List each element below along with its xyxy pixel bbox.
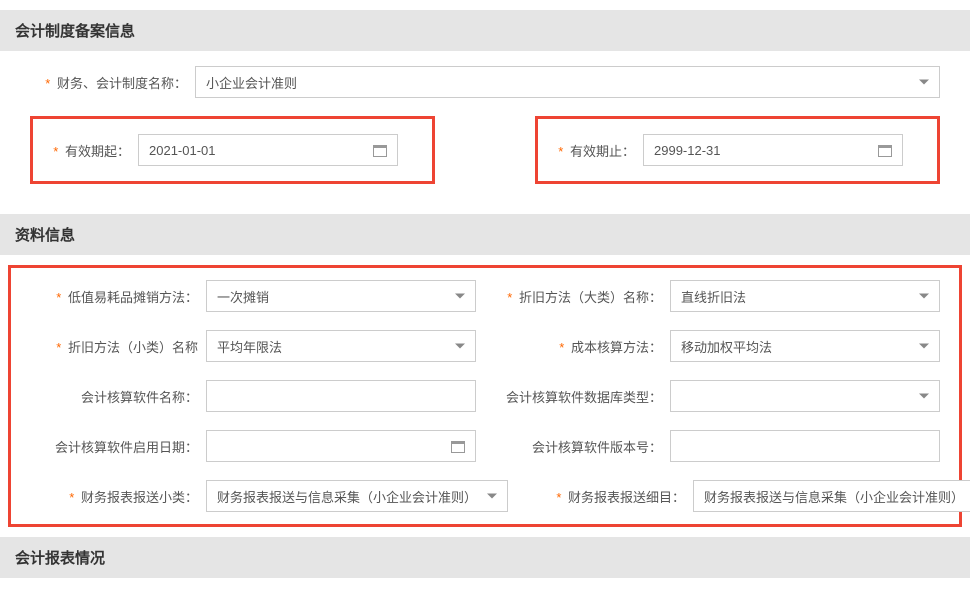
chevron-down-icon [919, 394, 929, 399]
depreciation-major-label: * 折旧方法（大类）名称： [485, 287, 670, 306]
software-name-group: 会计核算软件名称： [21, 380, 485, 412]
cost-method-select[interactable]: 移动加权平均法 [670, 330, 940, 362]
software-version-input[interactable] [670, 430, 940, 462]
depreciation-major-field[interactable]: 直线折旧法 [670, 280, 940, 312]
low-value-select[interactable]: 一次摊销 [206, 280, 476, 312]
row-5: * 财务报表报送小类： 财务报表报送与信息采集（小企业会计准则） * 财务报表报… [21, 480, 949, 512]
software-version-field[interactable] [670, 430, 940, 462]
cost-method-field[interactable]: 移动加权平均法 [670, 330, 940, 362]
required-star-icon: * [558, 144, 563, 159]
depreciation-major-select[interactable]: 直线折旧法 [670, 280, 940, 312]
required-star-icon: * [45, 76, 50, 91]
valid-from-input[interactable]: 2021-01-01 [138, 134, 398, 166]
section-body-accounting-filing: * 财务、会计制度名称： 小企业会计准则 * 有效期起： 2021-01-01 [0, 51, 970, 204]
cost-method-group: * 成本核算方法： 移动加权平均法 [485, 330, 949, 362]
calendar-icon [451, 439, 465, 453]
section-title: 会计制度备案信息 [15, 23, 135, 40]
section-header-report-status: 会计报表情况 [0, 537, 970, 578]
depreciation-major-group: * 折旧方法（大类）名称： 直线折旧法 [485, 280, 949, 312]
row-2: * 折旧方法（小类）名称 平均年限法 * 成本核算方法： 移动加权平均法 [21, 330, 949, 362]
software-date-label: 会计核算软件启用日期： [21, 437, 206, 456]
report-sub-group: * 财务报表报送小类： 财务报表报送与信息采集（小企业会计准则） [21, 480, 508, 512]
chevron-down-icon [919, 344, 929, 349]
report-detail-label: * 财务报表报送细目： [508, 487, 693, 506]
chevron-down-icon [487, 494, 497, 499]
valid-to-field[interactable]: 2999-12-31 [643, 134, 903, 166]
depreciation-minor-select[interactable]: 平均年限法 [206, 330, 476, 362]
required-star-icon: * [56, 290, 61, 305]
software-date-input[interactable] [206, 430, 476, 462]
chevron-down-icon [455, 294, 465, 299]
calendar-icon [373, 143, 387, 157]
software-name-field[interactable] [206, 380, 476, 412]
software-version-group: 会计核算软件版本号： [485, 430, 949, 462]
software-name-label: 会计核算软件名称： [21, 387, 206, 406]
accounting-system-field[interactable]: 小企业会计准则 [195, 66, 940, 98]
report-sub-select[interactable]: 财务报表报送与信息采集（小企业会计准则） [206, 480, 508, 512]
accounting-system-select[interactable]: 小企业会计准则 [195, 66, 940, 98]
row-1: * 低值易耗品摊销方法： 一次摊销 * 折旧方法（大类）名称： 直线折旧法 [21, 280, 949, 312]
accounting-system-row: * 财务、会计制度名称： 小企业会计准则 [10, 66, 960, 98]
required-star-icon: * [56, 340, 61, 355]
software-db-field[interactable] [670, 380, 940, 412]
valid-to-highlight: * 有效期止： 2999-12-31 [535, 116, 940, 184]
cost-method-label: * 成本核算方法： [485, 337, 670, 356]
software-date-field[interactable] [206, 430, 476, 462]
low-value-label: * 低值易耗品摊销方法： [21, 287, 206, 306]
section-header-material-info: 资料信息 [0, 214, 970, 255]
report-sub-label: * 财务报表报送小类： [21, 487, 206, 506]
validity-date-row: * 有效期起： 2021-01-01 * 有效期止： 2999-12-31 [10, 116, 960, 184]
software-date-group: 会计核算软件启用日期： [21, 430, 485, 462]
software-version-label: 会计核算软件版本号： [485, 437, 670, 456]
section-title: 会计报表情况 [15, 550, 105, 567]
report-detail-field[interactable]: 财务报表报送与信息采集（小企业会计准则） [693, 480, 970, 512]
row-3: 会计核算软件名称： 会计核算软件数据库类型： [21, 380, 949, 412]
accounting-system-label: * 财务、会计制度名称： [10, 73, 195, 92]
report-detail-group: * 财务报表报送细目： 财务报表报送与信息采集（小企业会计准则） [508, 480, 970, 512]
low-value-group: * 低值易耗品摊销方法： 一次摊销 [21, 280, 485, 312]
valid-to-input[interactable]: 2999-12-31 [643, 134, 903, 166]
calendar-icon [878, 143, 892, 157]
required-star-icon: * [559, 340, 564, 355]
required-star-icon: * [69, 490, 74, 505]
depreciation-minor-field[interactable]: 平均年限法 [206, 330, 476, 362]
depreciation-minor-label: * 折旧方法（小类）名称 [21, 337, 206, 356]
chevron-down-icon [919, 80, 929, 85]
chevron-down-icon [455, 344, 465, 349]
material-info-highlight: * 低值易耗品摊销方法： 一次摊销 * 折旧方法（大类）名称： 直线折旧法 [8, 265, 962, 527]
valid-from-label: * 有效期起： [53, 141, 138, 160]
report-sub-field[interactable]: 财务报表报送与信息采集（小企业会计准则） [206, 480, 508, 512]
row-4: 会计核算软件启用日期： 会计核算软件版本号： [21, 430, 949, 462]
required-star-icon: * [556, 490, 561, 505]
software-db-group: 会计核算软件数据库类型： [485, 380, 949, 412]
required-star-icon: * [53, 144, 58, 159]
valid-from-field[interactable]: 2021-01-01 [138, 134, 398, 166]
required-star-icon: * [507, 290, 512, 305]
valid-from-highlight: * 有效期起： 2021-01-01 [30, 116, 435, 184]
software-db-select[interactable] [670, 380, 940, 412]
software-db-label: 会计核算软件数据库类型： [485, 387, 670, 406]
chevron-down-icon [919, 294, 929, 299]
valid-to-label: * 有效期止： [558, 141, 643, 160]
depreciation-minor-group: * 折旧方法（小类）名称 平均年限法 [21, 330, 485, 362]
software-name-input[interactable] [206, 380, 476, 412]
low-value-field[interactable]: 一次摊销 [206, 280, 476, 312]
section-header-accounting-filing: 会计制度备案信息 [0, 10, 970, 51]
section-title: 资料信息 [15, 227, 75, 244]
report-detail-select[interactable]: 财务报表报送与信息采集（小企业会计准则） [693, 480, 970, 512]
